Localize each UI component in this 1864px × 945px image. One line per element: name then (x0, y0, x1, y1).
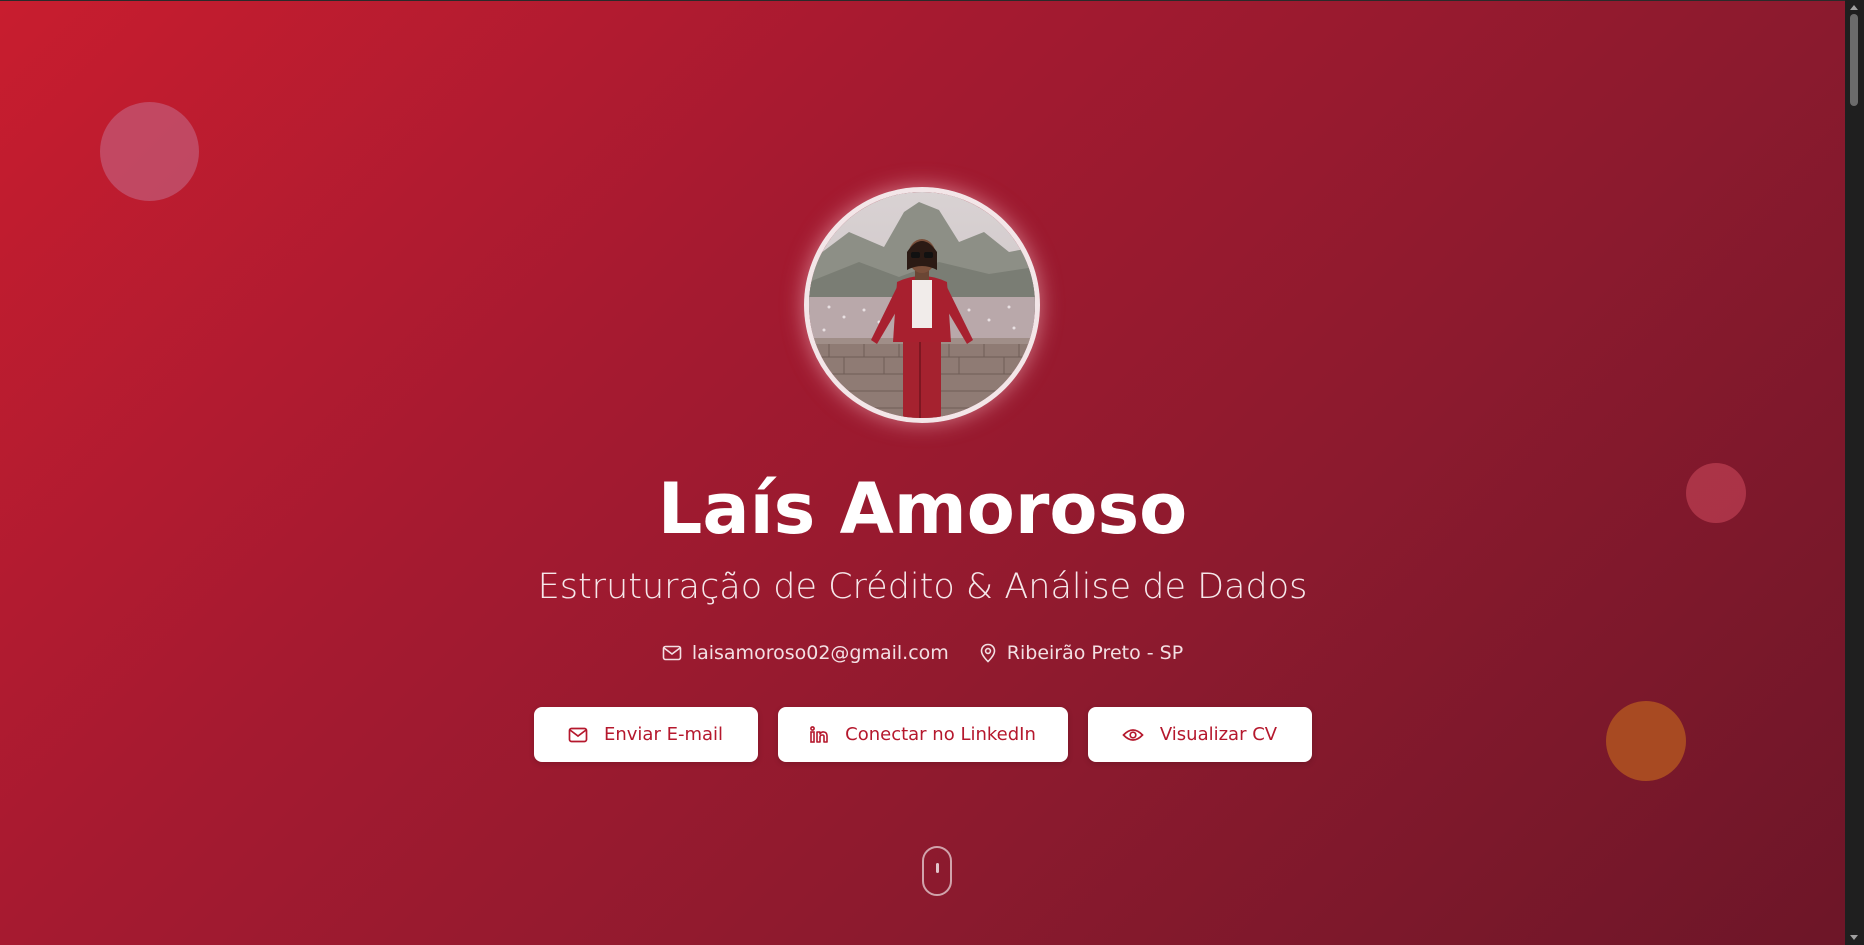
mail-icon (568, 727, 588, 742)
linkedin-icon (810, 725, 828, 743)
cta-buttons: Enviar E-mail Conectar no LinkedIn Visua… (0, 707, 1845, 762)
profile-photo-illustration (809, 192, 1035, 418)
map-pin-icon (980, 643, 996, 663)
contact-info: laisamoroso02@gmail.com Ribeirão Preto -… (0, 639, 1845, 667)
send-email-label: Enviar E-mail (603, 724, 724, 745)
scroll-up-arrow-icon[interactable] (1850, 5, 1858, 10)
scrollbar-thumb[interactable] (1850, 14, 1858, 106)
send-email-button[interactable]: Enviar E-mail (533, 707, 758, 762)
mouse-scroll-icon[interactable] (922, 846, 952, 896)
scroll-down-arrow-icon[interactable] (1850, 935, 1858, 940)
mail-icon (662, 645, 682, 661)
view-cv-button[interactable]: Visualizar CV (1087, 707, 1312, 762)
contact-email[interactable]: laisamoroso02@gmail.com (662, 639, 949, 667)
eye-icon (1122, 728, 1144, 741)
page-scrollbar[interactable] (1845, 0, 1864, 945)
linkedin-button[interactable]: Conectar no LinkedIn (777, 707, 1068, 762)
decorative-circle-pink (100, 102, 199, 201)
profile-photo (804, 187, 1040, 423)
scroll-wheel-dot (936, 863, 939, 873)
hero-section: Laís Amoroso Estruturação de Crédito & A… (0, 0, 1845, 945)
page-viewport: Laís Amoroso Estruturação de Crédito & A… (0, 0, 1864, 945)
profile-subtitle: Estruturação de Crédito & Análise de Dad… (537, 567, 1308, 607)
contact-location: Ribeirão Preto - SP (979, 639, 1183, 667)
profile-name: Laís Amoroso (657, 468, 1188, 550)
contact-location-text: Ribeirão Preto - SP (1006, 642, 1184, 664)
contact-email-text: laisamoroso02@gmail.com (691, 642, 949, 664)
linkedin-label: Conectar no LinkedIn (845, 724, 1036, 745)
view-cv-label: Visualizar CV (1159, 724, 1278, 745)
